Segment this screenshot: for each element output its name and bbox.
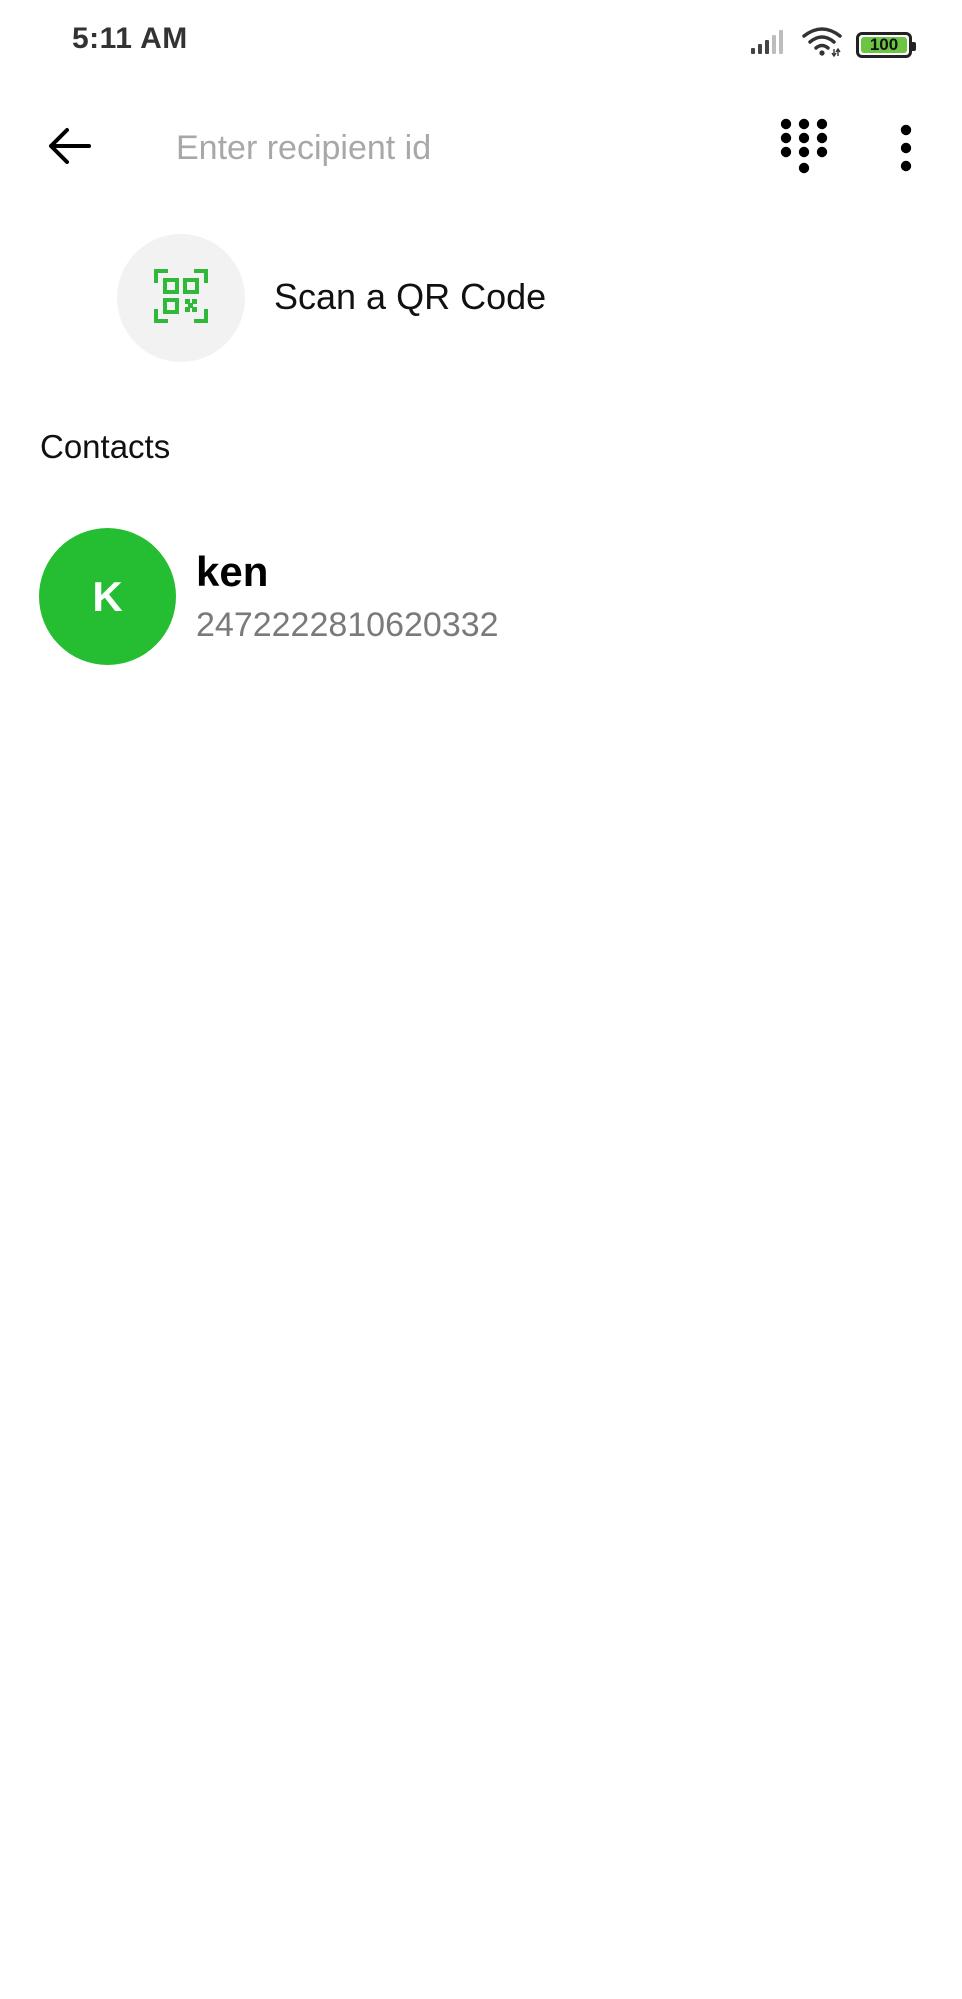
- contact-row[interactable]: K ken 2472222810620332: [0, 526, 962, 666]
- recipient-id-input[interactable]: [176, 122, 736, 174]
- top-bar: [0, 100, 962, 196]
- more-options-button[interactable]: [886, 122, 926, 174]
- status-bar: 5:11 AM 100: [0, 0, 962, 86]
- arrow-left-icon: [47, 126, 91, 171]
- contact-avatar: K: [39, 528, 176, 665]
- wifi-icon: [802, 26, 842, 63]
- qr-code-icon: [154, 268, 208, 328]
- contacts-header: Contacts: [40, 428, 171, 465]
- battery-tip: [912, 41, 916, 51]
- signal-icon: [750, 29, 788, 60]
- contact-id: 2472222810620332: [196, 606, 499, 644]
- scan-qr-row[interactable]: Scan a QR Code: [0, 234, 962, 364]
- contact-name: ken: [196, 548, 269, 595]
- scan-qr-label: Scan a QR Code: [274, 276, 547, 317]
- status-icons: 100: [750, 26, 916, 63]
- battery-icon: 100: [856, 31, 916, 58]
- status-time: 5:11 AM: [72, 22, 188, 55]
- dialpad-button[interactable]: [776, 116, 832, 180]
- more-vertical-icon: [886, 124, 926, 178]
- qr-icon-circle: [117, 234, 245, 362]
- dialpad-icon: [776, 118, 832, 184]
- battery-level: 100: [869, 35, 899, 54]
- back-button[interactable]: [36, 122, 102, 174]
